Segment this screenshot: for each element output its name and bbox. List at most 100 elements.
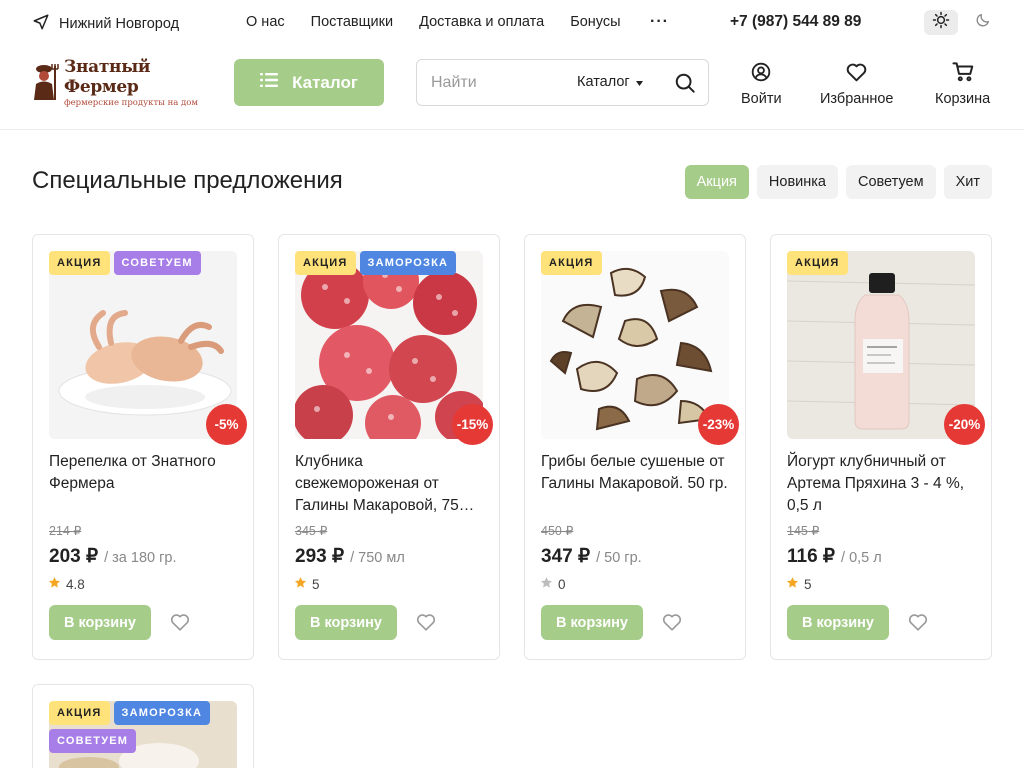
sale-badge: АКЦИЯ bbox=[541, 251, 602, 275]
filter-recommend[interactable]: Советуем bbox=[845, 165, 936, 199]
filter-hit[interactable]: Хит bbox=[943, 165, 992, 199]
search-button[interactable] bbox=[674, 72, 696, 99]
star-icon bbox=[48, 576, 61, 592]
search-box: Каталог bbox=[416, 59, 709, 106]
badge-group: АКЦИЯ ЗАМОРОЗКА bbox=[295, 251, 485, 275]
old-price: 345 ₽ bbox=[295, 524, 328, 538]
cart-link[interactable]: Корзина bbox=[935, 62, 990, 107]
star-icon bbox=[540, 576, 553, 592]
city-label: Нижний Новгород bbox=[59, 16, 180, 32]
search-scope-dropdown[interactable]: Каталог bbox=[577, 74, 643, 90]
add-to-cart-button[interactable]: В корзину bbox=[787, 605, 889, 640]
section-title: Специальные предложения bbox=[32, 167, 343, 194]
product-card[interactable]: АКЦИЯ ЗАМОРОЗКА -15% Клубника свежеморож… bbox=[278, 234, 500, 660]
favorite-button[interactable] bbox=[416, 613, 436, 636]
filter-new[interactable]: Новинка bbox=[756, 165, 838, 199]
light-theme-toggle[interactable] bbox=[924, 10, 958, 35]
login-label: Войти bbox=[741, 91, 782, 107]
product-image[interactable] bbox=[787, 251, 975, 439]
product-image[interactable] bbox=[49, 251, 237, 439]
rating: 5 bbox=[294, 576, 320, 592]
cart-label: Корзина bbox=[935, 91, 991, 107]
nav-suppliers[interactable]: Поставщики bbox=[311, 14, 393, 30]
product-card[interactable]: АКЦИЯ СОВЕТУЕМ -5% Перепелка от Знатного… bbox=[32, 234, 254, 660]
nav-bonuses[interactable]: Бонусы bbox=[570, 14, 620, 30]
recommend-badge: СОВЕТУЕМ bbox=[49, 729, 137, 753]
rating: 5 bbox=[786, 576, 812, 592]
list-icon bbox=[260, 72, 279, 93]
search-input[interactable] bbox=[431, 72, 571, 94]
product-card[interactable]: АКЦИЯ -23% Грибы белые сушеные от Галины… bbox=[524, 234, 746, 660]
login-link[interactable]: Войти bbox=[741, 62, 782, 107]
farmer-logo-icon bbox=[30, 60, 60, 105]
city-selector[interactable]: Нижний Новгород bbox=[32, 13, 179, 35]
sale-badge: АКЦИЯ bbox=[787, 251, 848, 275]
favorite-button[interactable] bbox=[662, 613, 682, 636]
old-price: 214 ₽ bbox=[49, 524, 82, 538]
product-image[interactable] bbox=[541, 251, 729, 439]
phone-number[interactable]: +7 (987) 544 89 89 bbox=[730, 13, 861, 31]
product-name[interactable]: Клубника свежемороженая от Галины Макаро… bbox=[295, 451, 485, 517]
sun-icon bbox=[932, 11, 950, 34]
product-name[interactable]: Грибы белые сушеные от Галины Макаровой.… bbox=[541, 451, 731, 517]
search-icon bbox=[674, 73, 696, 98]
frozen-badge: ЗАМОРОЗКА bbox=[359, 251, 457, 275]
rating-value: 4.8 bbox=[66, 576, 85, 592]
logo-subtitle: фермерские продукты на дом bbox=[64, 97, 199, 108]
sale-badge: АКЦИЯ bbox=[49, 701, 110, 725]
heart-icon bbox=[908, 614, 928, 635]
moon-icon bbox=[975, 12, 991, 33]
top-nav: О нас Поставщики Доставка и оплата Бонус… bbox=[246, 14, 621, 30]
current-price: 203 ₽ bbox=[49, 546, 99, 567]
product-name[interactable]: Перепелка от Знатного Фермера bbox=[49, 451, 239, 517]
nav-about[interactable]: О нас bbox=[246, 14, 285, 30]
current-price: 347 ₽ bbox=[541, 546, 591, 567]
product-image[interactable] bbox=[295, 251, 483, 439]
user-icon bbox=[751, 62, 771, 86]
old-price: 450 ₽ bbox=[541, 524, 574, 538]
logo-title: Знатный Фермер bbox=[64, 56, 151, 97]
rating: 0 bbox=[540, 576, 566, 592]
add-to-cart-button[interactable]: В корзину bbox=[49, 605, 151, 640]
price-unit: / за 180 гр. bbox=[104, 550, 177, 566]
add-to-cart-button[interactable]: В корзину bbox=[541, 605, 643, 640]
favorites-link[interactable]: Избранное bbox=[820, 62, 893, 107]
theme-switcher bbox=[924, 10, 1000, 35]
heart-icon bbox=[416, 614, 436, 635]
price: 203 ₽ / за 180 гр. bbox=[49, 545, 176, 568]
header: Знатный Фермер фермерские продукты на до… bbox=[0, 46, 1024, 130]
price: 116 ₽ / 0,5 л bbox=[787, 545, 882, 568]
old-price: 145 ₽ bbox=[787, 524, 820, 538]
price: 293 ₽ / 750 мл bbox=[295, 545, 405, 568]
product-name[interactable]: Йогурт клубничный от Артема Пряхина 3 - … bbox=[787, 451, 977, 517]
rating-value: 0 bbox=[558, 576, 566, 592]
discount-badge: -23% bbox=[698, 404, 739, 445]
nav-delivery[interactable]: Доставка и оплата bbox=[419, 14, 544, 30]
favorite-button[interactable] bbox=[170, 613, 190, 636]
product-card[interactable]: АКЦИЯ -20% Йогурт клубничный от Артема П… bbox=[770, 234, 992, 660]
logo[interactable]: Знатный Фермер фермерские продукты на до… bbox=[30, 56, 210, 108]
current-price: 116 ₽ bbox=[787, 546, 836, 567]
rating-value: 5 bbox=[312, 576, 320, 592]
more-menu-button[interactable]: ··· bbox=[650, 13, 669, 31]
heart-icon bbox=[846, 62, 867, 86]
star-icon bbox=[294, 576, 307, 592]
favorite-button[interactable] bbox=[908, 613, 928, 636]
filter-sale[interactable]: Акция bbox=[684, 165, 749, 199]
price-unit: / 50 гр. bbox=[596, 550, 642, 566]
catalog-button[interactable]: Каталог bbox=[234, 59, 384, 106]
star-icon bbox=[786, 576, 799, 592]
filter-tabs: Акция Новинка Советуем Хит bbox=[684, 165, 992, 199]
dark-theme-toggle[interactable] bbox=[966, 10, 1000, 35]
heart-icon bbox=[170, 614, 190, 635]
discount-badge: -15% bbox=[452, 404, 493, 445]
heart-icon bbox=[662, 614, 682, 635]
location-arrow-icon bbox=[32, 13, 50, 35]
add-to-cart-button[interactable]: В корзину bbox=[295, 605, 397, 640]
badge-group: АКЦИЯ bbox=[541, 251, 731, 275]
product-card[interactable]: АКЦИЯ ЗАМОРОЗКА СОВЕТУЕМ bbox=[32, 684, 254, 768]
price: 347 ₽ / 50 гр. bbox=[541, 545, 642, 568]
sale-badge: АКЦИЯ bbox=[49, 251, 110, 275]
catalog-label: Каталог bbox=[292, 72, 358, 92]
rating: 4.8 bbox=[48, 576, 85, 592]
